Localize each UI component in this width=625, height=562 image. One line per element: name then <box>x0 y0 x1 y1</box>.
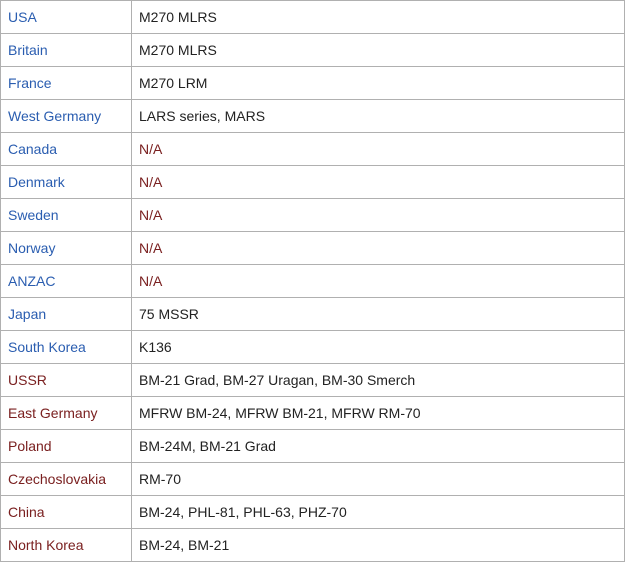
table-row: North Korea BM-24, BM-21 <box>0 528 625 562</box>
table-row: Japan 75 MSSR <box>0 297 625 331</box>
table-row: USSR BM-21 Grad, BM-27 Uragan, BM-30 Smer… <box>0 363 625 397</box>
table-row: Denmark N/A <box>0 165 625 199</box>
system-cell: BM-24M, BM-21 Grad <box>131 429 625 463</box>
country-cell[interactable]: Canada <box>0 132 132 166</box>
country-cell[interactable]: Denmark <box>0 165 132 199</box>
country-cell: China <box>0 495 132 529</box>
system-cell: M270 MLRS <box>131 0 625 34</box>
country-cell[interactable]: South Korea <box>0 330 132 364</box>
system-cell: N/A <box>131 198 625 232</box>
country-cell: East Germany <box>0 396 132 430</box>
table-row: Norway N/A <box>0 231 625 265</box>
country-cell[interactable]: ANZAC <box>0 264 132 298</box>
country-cell[interactable]: Britain <box>0 33 132 67</box>
system-cell: BM-24, PHL-81, PHL-63, PHZ-70 <box>131 495 625 529</box>
system-cell: BM-24, BM-21 <box>131 528 625 562</box>
table-row: Sweden N/A <box>0 198 625 232</box>
table-row: Czechoslovakia RM-70 <box>0 462 625 496</box>
table-row: Canada N/A <box>0 132 625 166</box>
country-cell: USSR <box>0 363 132 397</box>
country-cell[interactable]: Japan <box>0 297 132 331</box>
system-cell: M270 MLRS <box>131 33 625 67</box>
table-row: Britain M270 MLRS <box>0 33 625 67</box>
system-cell: LARS series, MARS <box>131 99 625 133</box>
table-row: China BM-24, PHL-81, PHL-63, PHZ-70 <box>0 495 625 529</box>
country-cell[interactable]: France <box>0 66 132 100</box>
system-cell: RM-70 <box>131 462 625 496</box>
country-cell[interactable]: Norway <box>0 231 132 265</box>
table-row: South Korea K136 <box>0 330 625 364</box>
table-row: West Germany LARS series, MARS <box>0 99 625 133</box>
table-row: ANZAC N/A <box>0 264 625 298</box>
table-row: East Germany MFRW BM-24, MFRW BM-21, MFRW… <box>0 396 625 430</box>
country-cell[interactable]: USA <box>0 0 132 34</box>
system-cell: MFRW BM-24, MFRW BM-21, MFRW RM-70 <box>131 396 625 430</box>
country-cell[interactable]: West Germany <box>0 99 132 133</box>
table-row: USA M270 MLRS <box>0 0 625 34</box>
system-cell: 75 MSSR <box>131 297 625 331</box>
rocket-artillery-table: USA M270 MLRS Britain M270 MLRS France M270 L… <box>0 0 625 562</box>
system-cell: N/A <box>131 231 625 265</box>
country-cell: Czechoslovakia <box>0 462 132 496</box>
country-cell: Poland <box>0 429 132 463</box>
country-cell: North Korea <box>0 528 132 562</box>
country-cell[interactable]: Sweden <box>0 198 132 232</box>
table-body: USA M270 MLRS Britain M270 MLRS France M270 L… <box>0 0 625 562</box>
system-cell: N/A <box>131 264 625 298</box>
system-cell: BM-21 Grad, BM-27 Uragan, BM-30 Smerch <box>131 363 625 397</box>
table-row: Poland BM-24M, BM-21 Grad <box>0 429 625 463</box>
system-cell: N/A <box>131 165 625 199</box>
system-cell: N/A <box>131 132 625 166</box>
table-row: France M270 LRM <box>0 66 625 100</box>
system-cell: K136 <box>131 330 625 364</box>
system-cell: M270 LRM <box>131 66 625 100</box>
